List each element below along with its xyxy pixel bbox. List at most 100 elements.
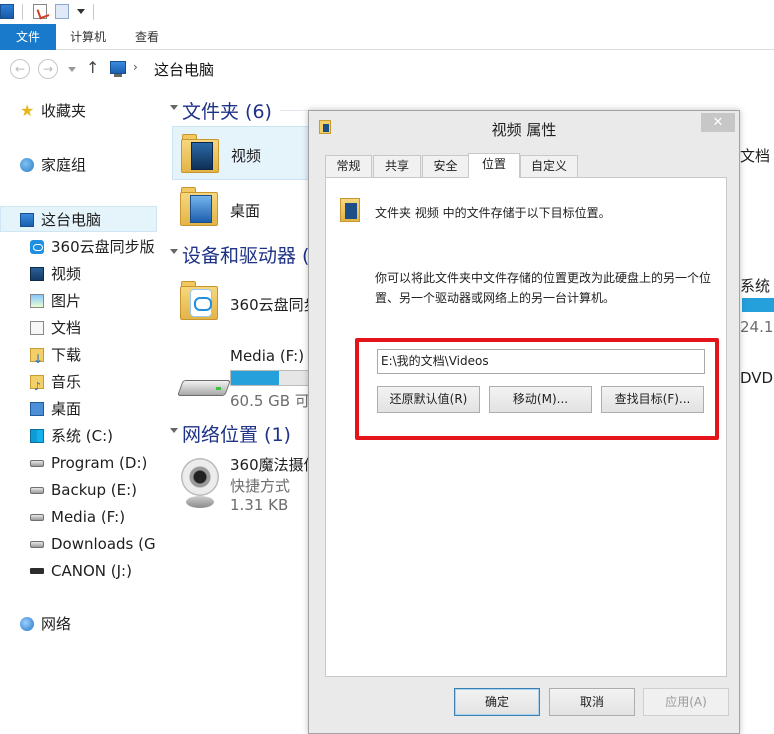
tab-sharing[interactable]: 共享 [373,155,421,177]
nav-item-drive-d[interactable]: Program (D:) [0,450,160,476]
tab-customize[interactable]: 自定义 [520,155,578,177]
nav-item-label: 收藏夹 [41,102,87,120]
drive-label-dvd[interactable]: DVD [740,369,773,387]
ok-button[interactable]: 确定 [454,688,540,716]
nav-item-drive-f[interactable]: Media (F:) [0,504,160,530]
tile-size: 1.31 KB [230,496,289,514]
group-header-folders[interactable]: 文件夹 (6) [170,97,272,124]
new-folder-icon[interactable] [55,4,69,19]
nav-item-downloads[interactable]: 下载 [0,342,160,368]
drive-icon [30,487,44,494]
toolbar-divider [22,4,23,20]
drive-icon [30,460,44,467]
drive-size-text: 24.1 [740,318,774,336]
nav-item-label: 视频 [51,265,82,283]
chevron-down-icon[interactable] [170,105,178,110]
group-header-devices[interactable]: 设备和驱动器 ( [170,241,309,268]
apply-button[interactable]: 应用(A) [643,688,729,716]
nav-item-pictures[interactable]: 图片 [0,288,160,314]
chevron-down-icon[interactable] [170,249,178,254]
tab-location[interactable]: 位置 [468,153,520,178]
tile-type: 快捷方式 [230,477,291,495]
tile-label: 桌面 [230,202,261,220]
nav-item-label: 桌面 [51,400,82,418]
hard-drive-icon [177,374,231,396]
nav-item-network[interactable]: 网络 [0,611,160,637]
properties-icon[interactable] [33,4,47,19]
close-button[interactable]: ✕ [701,113,735,132]
chevron-right-icon[interactable]: › [133,60,138,74]
dialog-title: 视频 属性 [491,121,557,139]
nav-item-label: 文档 [51,319,82,337]
nav-item-label: 图片 [51,292,82,310]
breadcrumb[interactable]: 这台电脑 [154,59,214,80]
computer-icon [20,213,34,227]
network-icon [20,617,34,631]
navigation-pane: ★ 收藏夹 家庭组 这台电脑 360云盘同步版 视频 图片 文档 下载 音乐 桌… [0,88,160,734]
nav-item-label: Program (D:) [51,454,148,472]
drive-icon [30,541,44,548]
nav-item-drive-j[interactable]: CANON (J:) [0,558,160,584]
drive-icon [30,514,44,521]
nav-item-360-cloud[interactable]: 360云盘同步版 [0,234,160,260]
dialog-title-bar[interactable]: 视频 属性 ✕ [309,111,739,145]
back-button[interactable]: ← [10,59,30,79]
divider [280,110,310,111]
drive-label-system[interactable]: 系统 [740,275,770,296]
free-space-text: 60.5 GB 可 [230,392,310,410]
nav-item-label: 这台电脑 [41,211,102,229]
forward-button[interactable]: → [38,59,58,79]
nav-item-desktop[interactable]: 桌面 [0,396,160,422]
ribbon: 文件 计算机 查看 [0,24,774,50]
pictures-folder-icon [30,294,44,308]
nav-item-label: 系统 (C:) [51,427,113,445]
nav-item-label: 网络 [41,615,72,633]
video-folder-icon [30,267,44,281]
group-header-network[interactable]: 网络位置 (1) [170,420,291,447]
video-folder-icon [181,133,219,173]
toolbar-divider [93,4,94,20]
nav-item-documents[interactable]: 文档 [0,315,160,341]
capacity-bar-fill [231,371,280,385]
highlight-box [355,338,719,440]
chevron-down-icon[interactable] [170,428,178,433]
nav-item-label: Media (F:) [51,508,126,526]
system-drive-icon [30,429,44,443]
address-bar: ← → ↑ › 这台电脑 [0,51,774,87]
folder-tile-videos[interactable]: 视频 [172,126,312,180]
nav-item-drive-g[interactable]: Downloads (G [0,531,160,557]
nav-item-drive-c[interactable]: 系统 (C:) [0,423,160,449]
computer-icon [110,61,126,77]
nav-item-favorites[interactable]: ★ 收藏夹 [0,98,160,124]
cancel-button[interactable]: 取消 [549,688,635,716]
folder-tile-desktop[interactable]: 桌面 [172,182,312,236]
customize-dropdown-icon[interactable] [77,9,85,14]
tab-file[interactable]: 文件 [0,24,56,50]
nav-item-drive-e[interactable]: Backup (E:) [0,477,160,503]
homegroup-icon [20,158,34,172]
nav-item-videos[interactable]: 视频 [0,261,160,287]
nav-item-this-pc[interactable]: 这台电脑 [0,206,157,232]
nav-item-label: Downloads (G [51,535,156,553]
tab-view[interactable]: 查看 [122,24,172,50]
desktop-folder-icon [180,186,218,226]
nav-item-label: Backup (E:) [51,481,137,499]
nav-item-homegroup[interactable]: 家庭组 [0,152,160,178]
nav-item-music[interactable]: 音乐 [0,369,160,395]
webcam-icon [178,458,222,510]
location-info-text: 文件夹 视频 中的文件存储于以下目标位置。 [375,206,611,220]
up-button[interactable]: ↑ [86,58,99,77]
computer-icon[interactable] [0,4,14,19]
nav-item-label: 360云盘同步版 [51,238,155,256]
device-tile-360-cloud[interactable]: 360云盘同步 [172,278,319,332]
tab-general[interactable]: 常规 [325,155,372,177]
recent-locations-dropdown-icon[interactable] [68,67,76,72]
nav-item-label: 家庭组 [41,156,87,174]
nav-item-label: 音乐 [51,373,82,391]
device-tile-media-f[interactable]: Media (F:) 60.5 GB 可 [172,344,320,410]
folder-label-documents[interactable]: 文档 [740,145,770,166]
tab-computer[interactable]: 计算机 [58,24,118,50]
network-tile-360-camera[interactable]: 360魔法摄像 快捷方式 1.31 KB [172,452,319,518]
music-folder-icon [30,374,44,395]
tab-security[interactable]: 安全 [422,155,469,177]
